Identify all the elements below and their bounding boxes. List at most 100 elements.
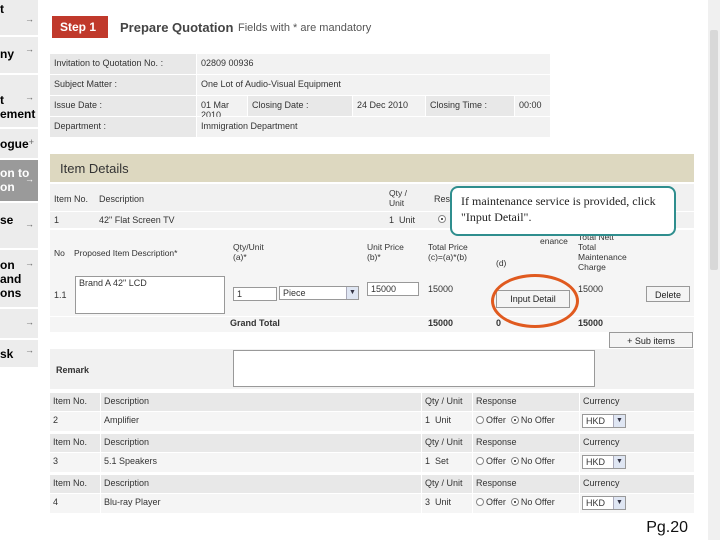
sidebar-item-4[interactable]: on to on → [0,160,38,202]
issue-date-label: Issue Date : [50,96,196,116]
item-no: 3 [50,453,100,472]
remark-textarea[interactable] [233,350,595,387]
arrow-right-icon: → [25,92,34,102]
currency-cell: HKD ▼ [580,453,694,472]
currency-cell: HKD ▼ [580,494,694,513]
qty-unit-header: Qty / Unit [389,188,407,208]
unit-select[interactable]: Piece ▼ [279,286,359,300]
item-no-header: Item No. [54,194,89,204]
chevron-down-icon: ▼ [613,456,625,468]
sidebar-item-label: on and ons [0,258,22,300]
item-1-offer-radio[interactable] [438,215,446,223]
offer-radio[interactable] [476,457,484,465]
arrow-right-icon: → [25,174,34,184]
unit-price-input[interactable]: 15000 [367,282,419,296]
sidebar-item-0[interactable]: t → [0,0,38,36]
offer-label: Offer [486,415,506,425]
arrow-right-icon: → [25,219,34,229]
sub-row-no: 1.1 [54,290,67,300]
closing-time-value: 00:00 [515,96,550,116]
response-header: Response [473,434,579,452]
proposed-description-header: Proposed Item Description* [74,248,178,258]
total-maintenance-charge-header: Total Maintenance Charge [578,242,627,272]
no-offer-radio[interactable] [510,416,519,424]
item-description: Amplifier [101,412,421,431]
department-label: Department : [50,117,196,137]
instruction-callout: If maintenance service is provided, clic… [450,186,676,236]
sidebar-item-7[interactable]: → [0,309,38,339]
col-d-header: (d) [496,258,507,268]
arrow-right-icon: → [25,317,34,327]
highlight-ring [491,274,579,328]
grand-total-maintenance: 15000 [578,318,604,328]
currency-value: HKD [586,416,606,426]
qty-unit-header: Qty / Unit [422,475,472,493]
issue-date-value: 01 Mar 2010 [197,96,247,120]
quotation-info-table: Invitation to Quotation No. : 02809 0093… [50,54,550,138]
description-header: Description [101,393,421,411]
sidebar-item-8[interactable]: sk → [0,340,38,368]
no-offer-radio[interactable] [510,498,519,506]
sidebar-item-label: sk [0,347,14,361]
page-title: Prepare Quotation [120,20,234,35]
arrow-right-icon: → [25,258,34,268]
item-qty: 3 Unit [422,494,472,513]
currency-header: Currency [580,475,694,493]
offer-label: Offer [486,497,506,507]
grand-total-price: 15000 [428,318,454,328]
grand-total-d: 0 [496,318,502,328]
response-header: Response [473,393,579,411]
vertical-scrollbar[interactable] [708,0,720,540]
response-radios: Offer No Offer [473,453,579,472]
maintenance-header: enance [540,236,568,246]
response-header: Response [473,475,579,493]
sidebar-item-label: t [0,2,4,16]
response-radios: Offer No Offer [473,494,579,513]
item-1-no: 1 [54,215,60,225]
add-sub-items-button[interactable]: + Sub items [609,332,693,348]
item-1-qty: 1 Unit [389,215,416,225]
item-no-header: Item No. [50,393,100,411]
step-badge: Step 1 [52,16,108,38]
currency-cell: HKD ▼ [580,412,694,431]
sidebar-item-5[interactable]: se → [0,203,38,249]
qty-input[interactable]: 1 [233,287,277,301]
item-no: 2 [50,412,100,431]
chevron-down-icon: ▼ [613,415,625,427]
itq-label: Invitation to Quotation No. : [50,54,196,74]
total-maintenance-value: 15000 [578,284,604,294]
arrow-right-icon: → [25,14,34,24]
sidebar-item-label: se [0,213,14,227]
currency-select[interactable]: HKD ▼ [582,496,626,510]
scrollbar-thumb[interactable] [710,30,718,270]
proposed-description-input[interactable]: Brand A 42" LCD [75,276,225,314]
arrow-right-icon: → [25,345,34,355]
description-header: Description [101,434,421,452]
sidebar-item-6[interactable]: on and ons → [0,250,38,308]
currency-header: Currency [580,393,694,411]
item-2-block: Item No. Description Qty / Unit Response… [50,393,694,433]
sidebar-item-3[interactable]: ogue + [0,129,38,159]
item-no: 4 [50,494,100,513]
no-offer-radio[interactable] [510,457,519,465]
delete-button[interactable]: Delete [646,286,690,302]
subject-label: Subject Matter : [50,75,196,95]
description-header: Description [99,194,145,204]
item-4-block: Item No. Description Qty / Unit Response… [50,475,694,515]
sidebar-item-1[interactable]: ny → [0,37,38,74]
currency-select[interactable]: HKD ▼ [582,455,626,469]
offer-radio[interactable] [476,416,484,424]
total-price-value: 15000 [428,284,454,294]
unit-select-value: Piece [283,288,306,298]
closing-date-value: 24 Dec 2010 [353,96,425,116]
sidebar-item-label: ny [0,47,15,61]
currency-select[interactable]: HKD ▼ [582,414,626,428]
chevron-down-icon: ▼ [613,497,625,509]
offer-radio[interactable] [476,498,484,506]
subject-value: One Lot of Audio-Visual Equipment [197,75,550,95]
sub-items-table: No Proposed Item Description* Qty/Unit (… [50,230,694,332]
sidebar-item-2[interactable]: t ement → [0,75,38,128]
qty-unit-header: Qty / Unit [422,393,472,411]
department-value: Immigration Department [197,117,550,137]
remark-label: Remark [56,365,90,375]
